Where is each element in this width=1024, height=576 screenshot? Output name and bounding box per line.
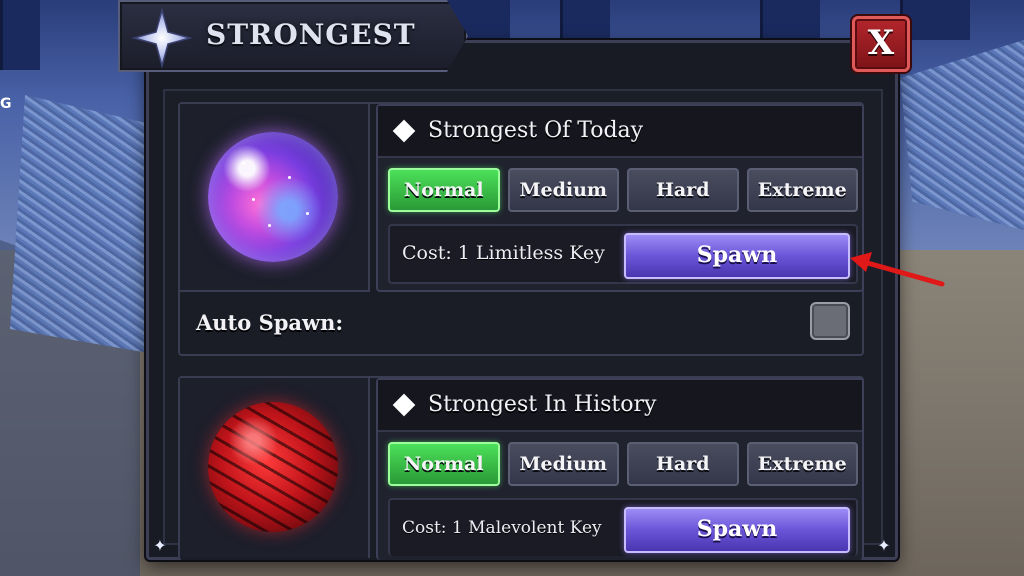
boss-title: Strongest In History [428,392,657,417]
difficulty-normal-button[interactable]: Normal [388,168,500,212]
boss-orb-frame [180,378,370,558]
building-pillar [0,0,40,70]
cost-row: Cost: 1 Limitless Key Spawn [388,224,858,284]
building-pillar [900,0,970,40]
spawn-button[interactable]: Spawn [624,233,850,279]
close-button[interactable]: X [852,16,910,72]
difficulty-medium-button[interactable]: Medium [507,168,619,212]
boss-card: Strongest In History Normal Medium Hard … [376,378,864,560]
sparkle [288,176,291,179]
title-banner: STRONGEST [118,0,468,72]
edge-glyph: G [0,96,12,112]
auto-spawn-label: Auto Spawn: [196,310,344,335]
difficulty-extreme-button[interactable]: Extreme [746,168,858,212]
difficulty-medium-button[interactable]: Medium [507,442,619,486]
malevolent-orb-icon [208,402,338,532]
boss-title: Strongest Of Today [428,118,644,143]
difficulty-selector: Normal Medium Hard Extreme [388,168,858,214]
corner-star-icon: ✦ [153,536,167,555]
difficulty-extreme-button[interactable]: Extreme [746,442,858,486]
window-title: STRONGEST [206,18,416,51]
spawn-cost: Cost: 1 Malevolent Key [402,518,602,538]
difficulty-selector: Normal Medium Hard Extreme [388,442,858,488]
cost-row: Cost: 1 Malevolent Key Spawn [388,498,858,556]
building-pillar [560,0,610,40]
auto-spawn-row: Auto Spawn: [180,296,862,354]
difficulty-hard-button[interactable]: Hard [627,442,739,486]
sparkle [242,162,245,165]
sparkle [252,198,255,201]
corner-star-icon: ✦ [877,536,891,555]
four-point-star-icon [132,8,192,68]
boss-card: Strongest Of Today Normal Medium Hard Ex… [376,104,864,292]
sparkle [268,224,271,227]
diamond-icon [392,393,416,417]
difficulty-hard-button[interactable]: Hard [627,168,739,212]
boss-header: Strongest In History [378,380,862,432]
difficulty-normal-button[interactable]: Normal [388,442,500,486]
limitless-orb-icon [208,132,338,262]
boss-orb-frame [180,104,370,292]
boss-section-strongest-of-today: Strongest Of Today Normal Medium Hard Ex… [178,102,864,356]
spawn-button[interactable]: Spawn [624,507,850,553]
rock-block [10,95,160,355]
red-arrow-icon [850,252,945,287]
close-icon: X [867,23,895,63]
boss-section-strongest-in-history: Strongest In History Normal Medium Hard … [178,376,864,560]
boss-header: Strongest Of Today [378,106,862,158]
sparkle [306,212,309,215]
spawn-cost: Cost: 1 Limitless Key [402,242,605,264]
auto-spawn-checkbox[interactable] [810,302,850,340]
diamond-icon [392,119,416,143]
